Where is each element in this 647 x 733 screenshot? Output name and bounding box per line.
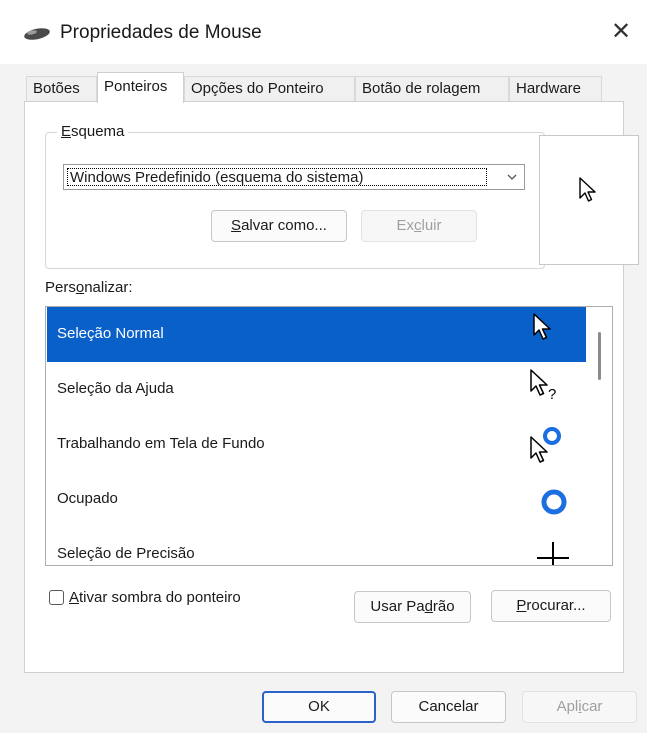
save-as-button[interactable]: Salvar como... — [211, 210, 347, 242]
list-item-trabalhando-em-tela-de-fundo[interactable]: Trabalhando em Tela de Fundo — [47, 417, 586, 472]
svg-text:?: ? — [548, 386, 556, 403]
tab-ponteiros[interactable]: Ponteiros — [97, 72, 184, 103]
pointer-list[interactable]: Seleção Normal Seleção da Ajuda ? Trabal… — [45, 306, 613, 566]
close-button[interactable]: ✕ — [601, 14, 641, 50]
mouse-icon — [24, 28, 50, 40]
scheme-group — [45, 132, 545, 269]
tab-botao-de-rolagem[interactable]: Botão de rolagem — [355, 76, 509, 102]
chevron-down-icon — [506, 168, 518, 186]
tab-hardware[interactable]: Hardware — [509, 76, 602, 102]
list-scrollbar[interactable] — [589, 308, 609, 564]
tab-panel-ponteiros: Esquema Windows Predefinido (esquema do … — [24, 101, 639, 673]
list-item-label: Seleção Normal — [57, 325, 164, 342]
list-item-selecao-normal[interactable]: Seleção Normal — [47, 307, 586, 362]
delete-button[interactable]: Excluir — [361, 210, 477, 242]
ok-button[interactable]: OK — [262, 691, 376, 723]
close-icon: ✕ — [610, 18, 632, 45]
list-item-ocupado[interactable]: Ocupado — [47, 472, 586, 527]
use-default-button[interactable]: Usar Padrão — [354, 591, 471, 623]
list-item-label: Seleção de Precisão — [57, 545, 195, 562]
scrollbar-thumb[interactable] — [598, 332, 601, 380]
arrow-pointer-icon — [533, 313, 551, 340]
title-bar: Propriedades de Mouse ✕ — [0, 0, 647, 64]
scheme-legend: Esquema — [57, 123, 129, 140]
scheme-dropdown[interactable]: Windows Predefinido (esquema do sistema) — [63, 164, 525, 190]
pointer-preview — [539, 135, 639, 265]
arrow-pointer-icon — [579, 177, 596, 202]
crosshair-icon — [537, 542, 569, 565]
list-item-label: Trabalhando em Tela de Fundo — [57, 435, 265, 452]
scheme-selected-value: Windows Predefinido (esquema do sistema) — [67, 168, 487, 186]
mouse-properties-dialog: Propriedades de Mouse ✕ Botões Ponteiros… — [0, 0, 647, 733]
tab-botoes[interactable]: Botões — [26, 76, 97, 102]
apply-button[interactable]: Aplicar — [522, 691, 637, 723]
checkbox-box[interactable] — [49, 590, 64, 605]
cancel-button[interactable]: Cancelar — [391, 691, 506, 723]
list-item-selecao-da-ajuda[interactable]: Seleção da Ajuda ? — [47, 362, 586, 417]
list-item-selecao-de-precisao[interactable]: Seleção de Precisão — [47, 527, 586, 565]
window-title: Propriedades de Mouse — [60, 22, 262, 43]
tab-opcoes-do-ponteiro[interactable]: Opções do Ponteiro — [184, 76, 355, 102]
customize-label: Personalizar: — [45, 279, 133, 296]
browse-button[interactable]: Procurar... — [491, 590, 611, 622]
pointer-shadow-label: Ativar sombra do ponteiro — [69, 589, 241, 606]
working-pointer-icon — [530, 427, 561, 463]
help-pointer-icon: ? — [530, 369, 556, 403]
list-item-label: Seleção da Ajuda — [57, 380, 174, 397]
busy-ring-icon — [541, 489, 567, 515]
list-item-label: Ocupado — [57, 490, 118, 507]
